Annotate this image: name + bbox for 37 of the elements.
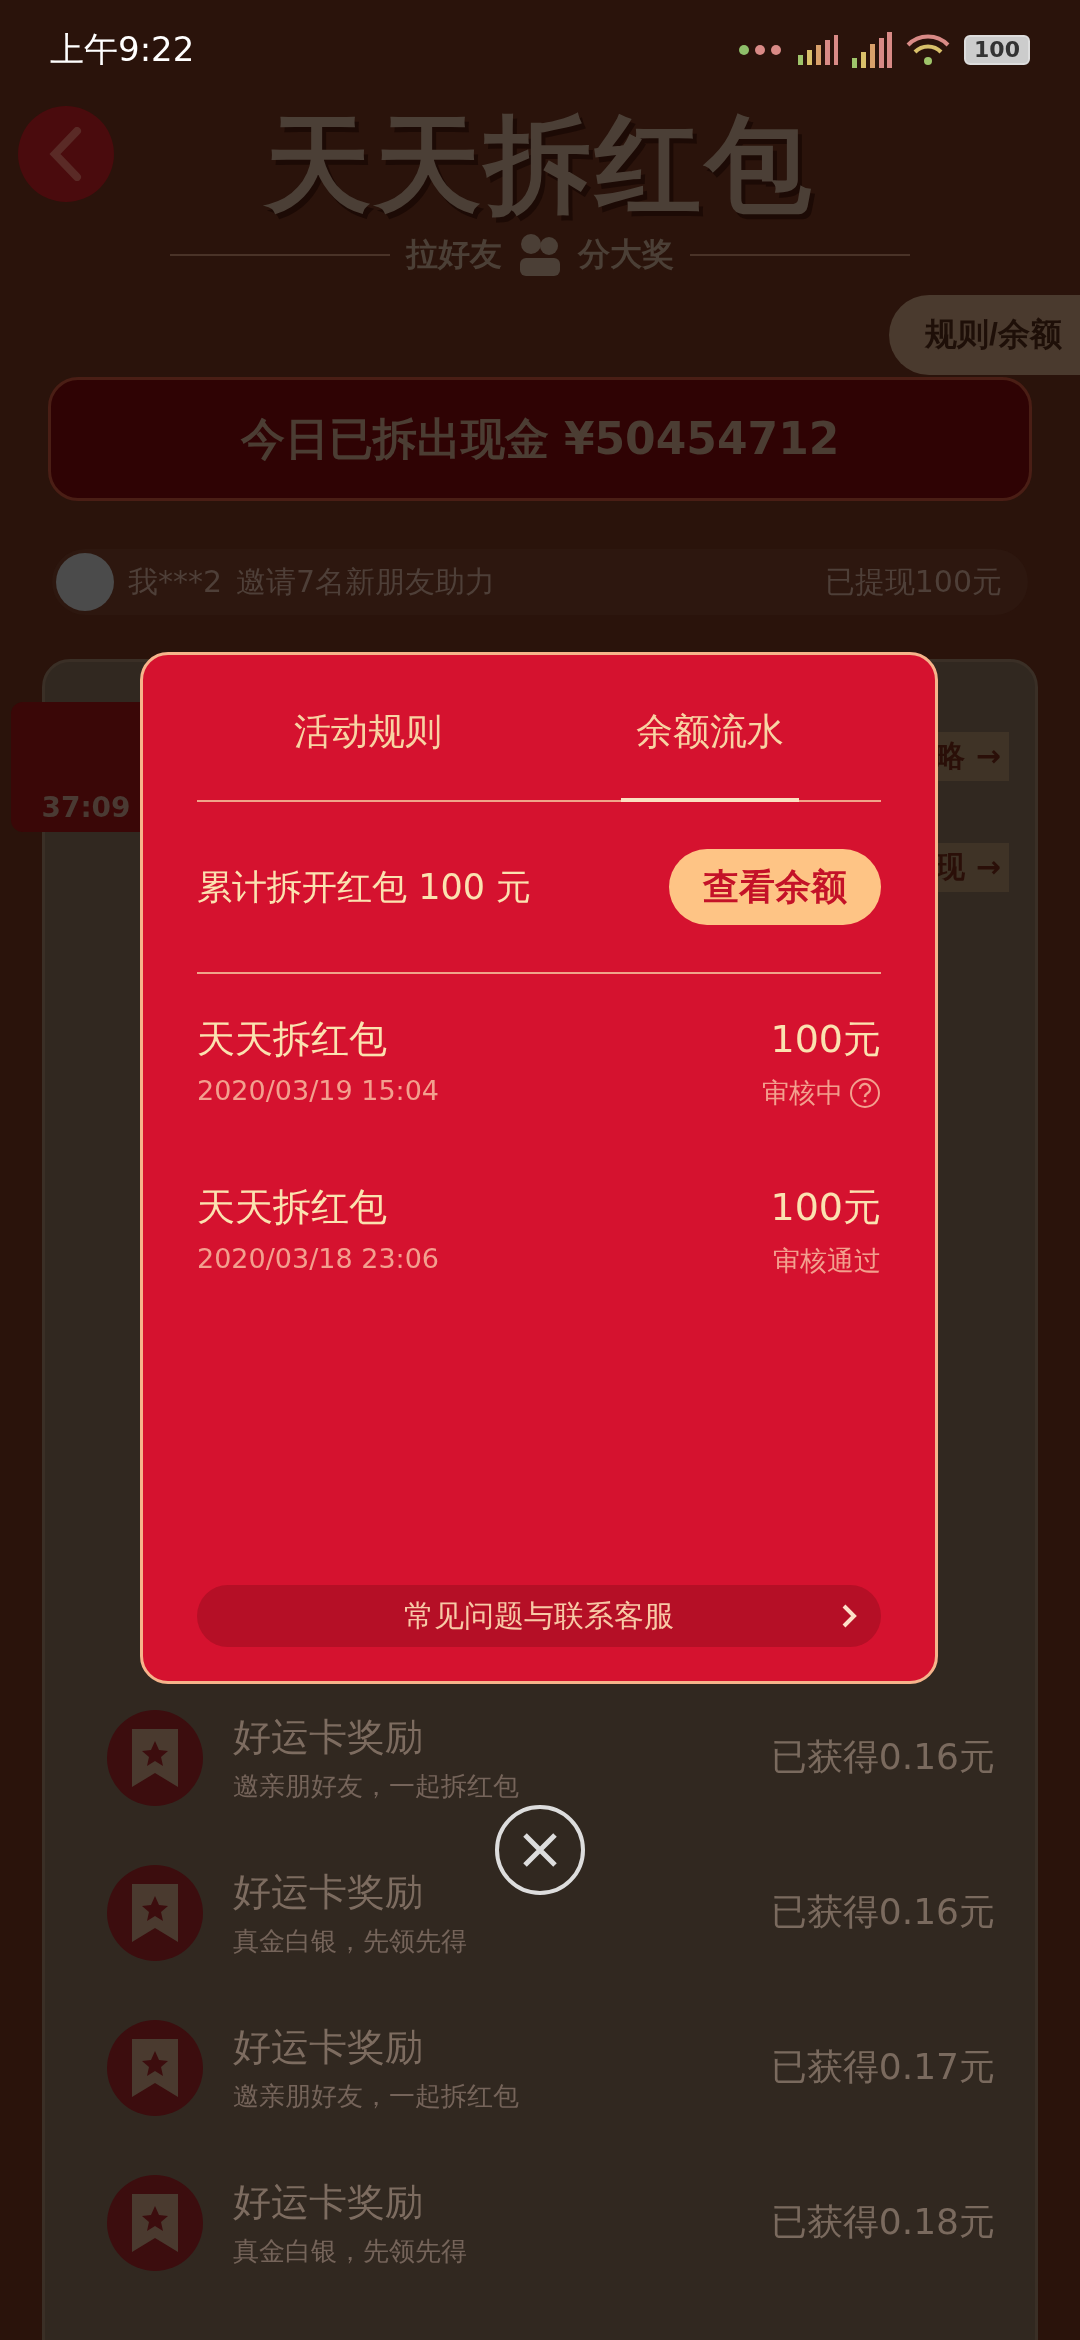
reward-amount: 已获得0.17元 — [770, 2045, 995, 2089]
help-icon[interactable] — [849, 1077, 881, 1109]
record-status: 审核通过 — [773, 1244, 881, 1278]
reward-subtitle: 真金白银，先领先得 — [233, 2234, 468, 2268]
reward-title: 好运卡奖励 — [233, 2023, 424, 2071]
total-text: 累计拆开红包 100 元 — [197, 865, 532, 909]
record-title: 天天拆红包 — [197, 1184, 388, 1231]
record-status: 审核中 — [762, 1076, 843, 1110]
view-balance-button[interactable]: 查看余额 — [669, 849, 881, 925]
record-title: 天天拆红包 — [197, 1016, 388, 1063]
reward-subtitle: 真金白银，先领先得 — [233, 1924, 468, 1958]
wifi-icon — [906, 33, 951, 67]
reward-title: 好运卡奖励 — [233, 2178, 424, 2226]
signal-icon — [798, 35, 839, 65]
reward-amount: 已获得0.16元 — [770, 1890, 995, 1934]
faq-button[interactable]: 常见问题与联系客服 — [197, 1585, 881, 1647]
cash-banner: 今日已拆出现金 ¥50454712 — [48, 377, 1032, 501]
avatar — [56, 553, 114, 611]
record-amount: 100元 — [770, 1184, 881, 1231]
reward-title: 好运卡奖励 — [233, 1868, 424, 1916]
signal-hd-icon — [852, 32, 893, 68]
record-date: 2020/03/19 15:04 — [197, 1075, 439, 1106]
reward-subtitle: 邀亲朋好友，一起拆红包 — [233, 2079, 520, 2113]
status-time: 上午9:22 — [50, 28, 195, 71]
record-amount: 100元 — [770, 1016, 881, 1063]
battery-icon: 100 — [964, 35, 1030, 65]
reward-amount: 已获得0.16元 — [770, 1735, 995, 1779]
tab[interactable]: 余额流水 — [539, 655, 881, 800]
tab[interactable]: 活动规则 — [197, 655, 539, 800]
back-icon — [49, 127, 83, 181]
reward-title: 好运卡奖励 — [233, 1713, 424, 1761]
close-button[interactable] — [494, 1804, 586, 1896]
friends-icon — [518, 232, 562, 278]
record-date: 2020/03/18 23:06 — [197, 1243, 439, 1274]
reward-amount: 已获得0.18元 — [770, 2200, 995, 2244]
reward-subtitle: 邀亲朋好友，一起拆红包 — [233, 1769, 520, 1803]
chevron-right-icon — [841, 1603, 857, 1629]
